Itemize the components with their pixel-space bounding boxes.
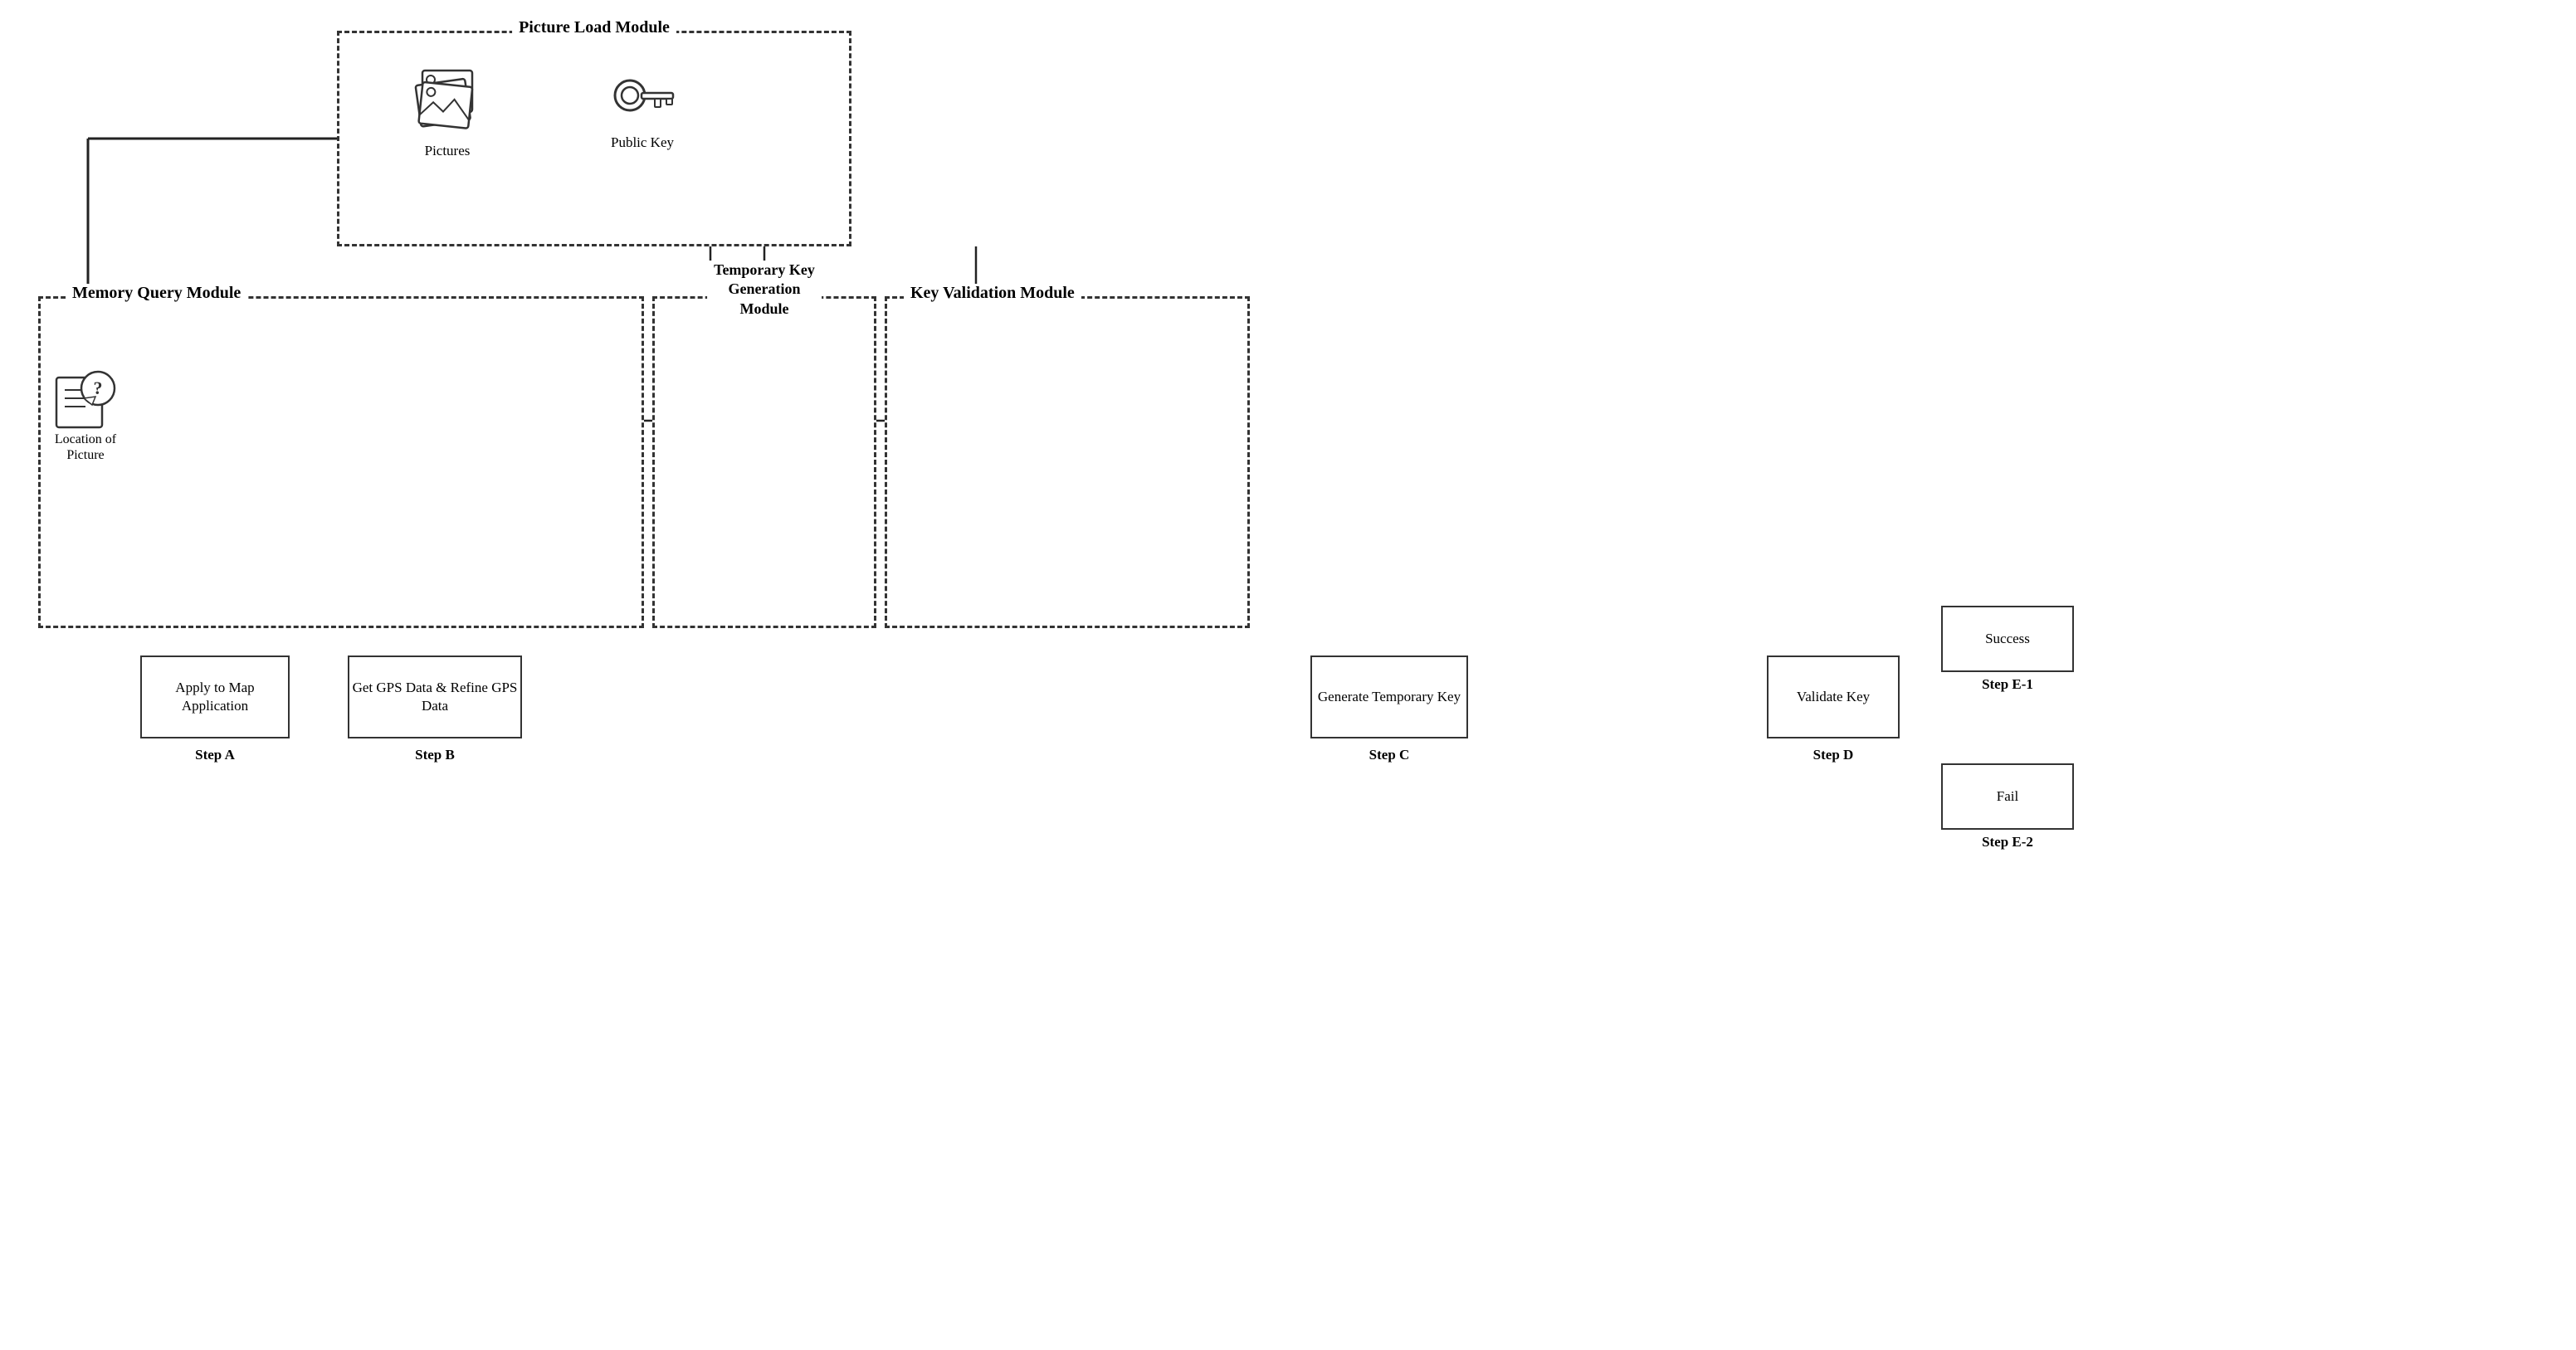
step-c-label: Generate Temporary Key xyxy=(1318,688,1461,706)
step-e1-step-label: Step E-1 xyxy=(1941,676,2074,693)
location-label: Location ofPicture xyxy=(55,431,116,463)
memory-query-module-label: Memory Query Module xyxy=(66,284,247,303)
success-box: Success xyxy=(1941,606,2074,672)
diagram-container: Picture Load Module xyxy=(30,22,1258,653)
step-d-label: Validate Key xyxy=(1797,688,1870,706)
pictures-label: Pictures xyxy=(425,143,471,159)
public-key-label: Public Key xyxy=(611,134,674,151)
location-icon: ? xyxy=(52,365,119,431)
step-c-box: Generate Temporary Key xyxy=(1310,656,1468,738)
picture-load-module-label: Picture Load Module xyxy=(512,18,676,37)
step-b-label: Get GPS Data & Refine GPS Data xyxy=(349,679,520,715)
step-d-box: Validate Key xyxy=(1767,656,1900,738)
location-icon-container: ? Location ofPicture xyxy=(52,365,119,463)
fail-label: Fail xyxy=(1997,787,2018,806)
memory-query-module: Memory Query Module ? Location ofPicture… xyxy=(38,296,644,628)
picture-load-module: Picture Load Module xyxy=(337,31,851,246)
step-c-step-label: Step C xyxy=(1310,747,1468,763)
step-e2-step-label: Step E-2 xyxy=(1941,834,2074,850)
public-key-icon-container: Public Key xyxy=(605,66,680,151)
success-label: Success xyxy=(1985,630,2030,648)
temp-key-module-label: Temporary KeyGenerationModule xyxy=(707,261,822,319)
step-a-step-label: Step A xyxy=(140,747,290,763)
temp-key-module: Temporary KeyGenerationModule Generate T… xyxy=(652,296,876,628)
step-a-box: Apply to Map Application xyxy=(140,656,290,738)
step-a-label: Apply to Map Application xyxy=(142,679,288,715)
svg-text:?: ? xyxy=(94,378,103,398)
key-validation-module-label: Key Validation Module xyxy=(904,284,1081,303)
step-b-box: Get GPS Data & Refine GPS Data xyxy=(348,656,522,738)
step-d-step-label: Step D xyxy=(1767,747,1900,763)
fail-box: Fail xyxy=(1941,763,2074,830)
key-validation-module: Key Validation Module Validate Key Step … xyxy=(885,296,1250,628)
public-key-icon xyxy=(605,66,680,133)
pictures-icon-container: Pictures xyxy=(406,66,489,159)
step-b-step-label: Step B xyxy=(348,747,522,763)
pictures-icon xyxy=(406,66,489,141)
